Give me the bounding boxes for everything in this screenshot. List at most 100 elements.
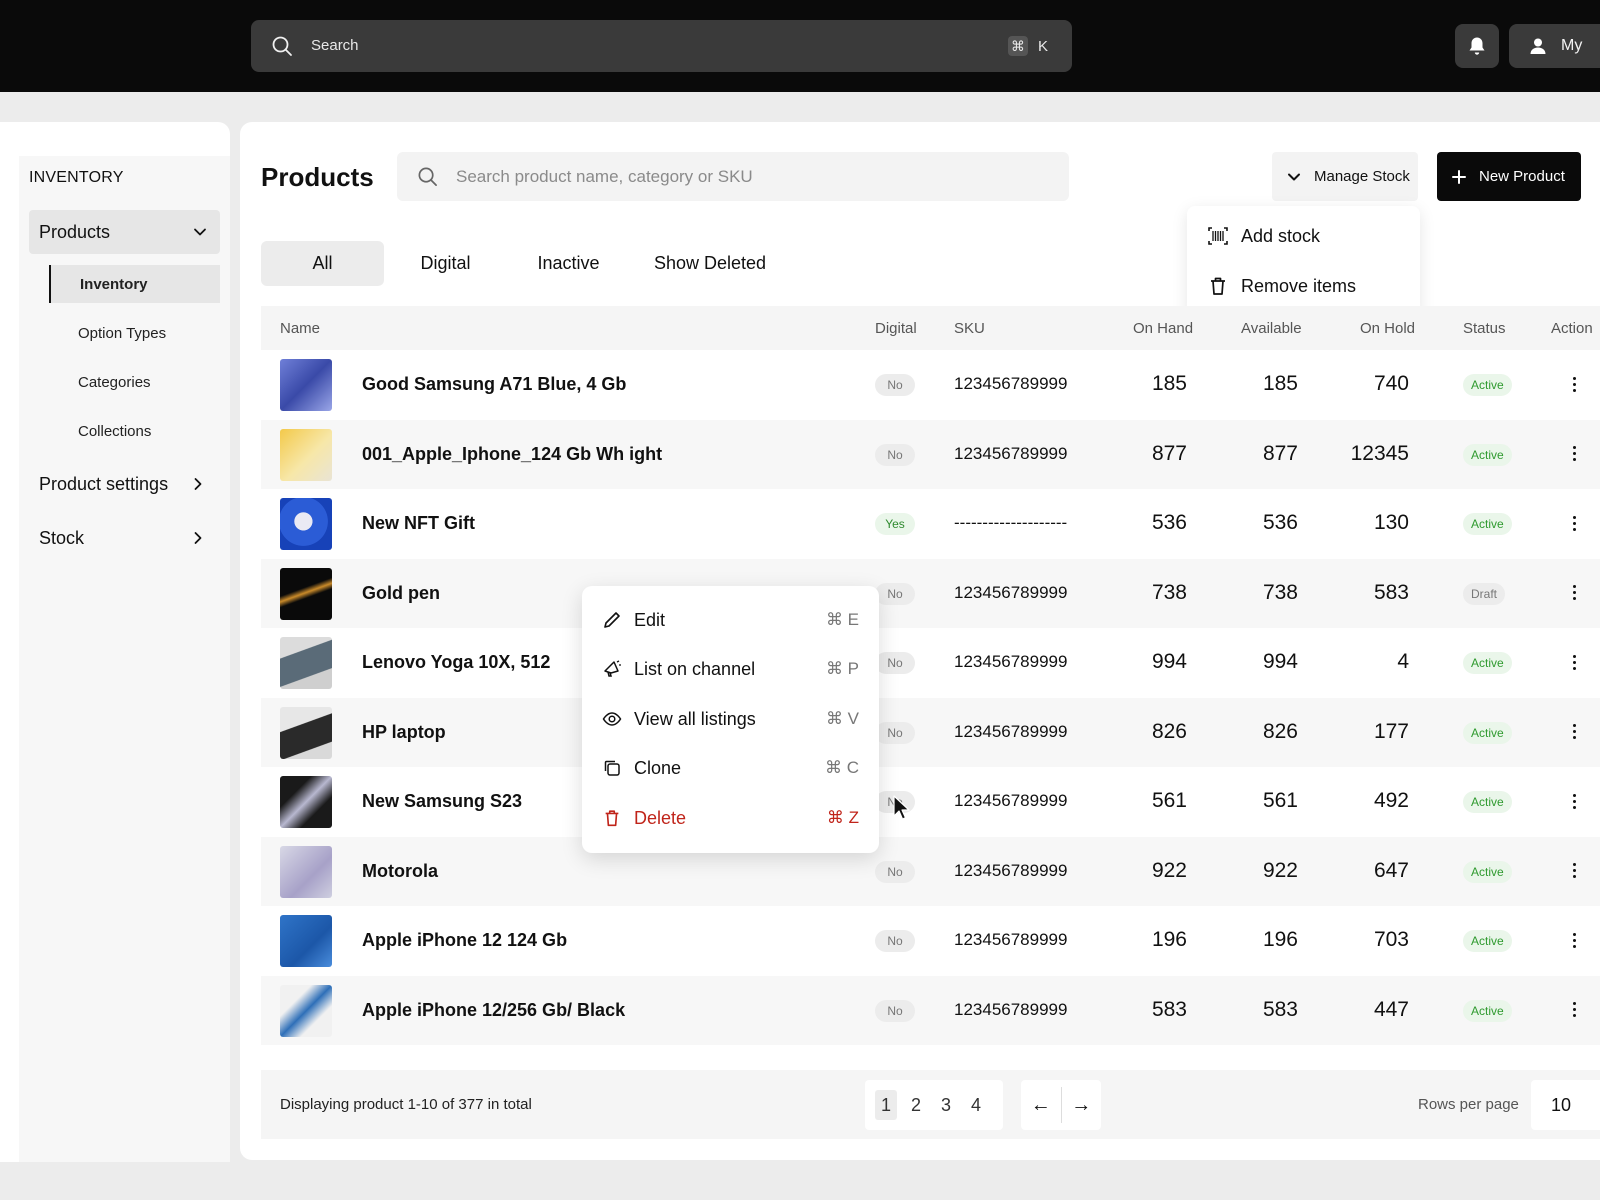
- table-row[interactable]: Good Samsung A71 Blue, 4 Gb No 12345678999…: [261, 350, 1600, 419]
- sidebar-subitem-inventory[interactable]: Inventory: [49, 265, 220, 303]
- table-row[interactable]: HP laptop No 123456789999 826 826 177 Active: [261, 697, 1600, 767]
- product-name[interactable]: Apple iPhone 12 124 Gb: [362, 930, 567, 951]
- product-name[interactable]: HP laptop: [362, 722, 446, 743]
- on-hand-value: 738: [1151, 580, 1187, 604]
- more-actions-icon[interactable]: [1564, 720, 1584, 744]
- product-name[interactable]: Gold pen: [362, 583, 440, 604]
- context-item-label: View all listings: [634, 708, 756, 729]
- context-item-delete[interactable]: Delete ⌘ Z: [602, 802, 859, 834]
- more-actions-icon[interactable]: [1564, 998, 1584, 1022]
- digital-badge: No: [875, 652, 915, 674]
- sidebar-subitem-option-types[interactable]: Option Types: [49, 314, 220, 352]
- tab-digital[interactable]: Digital: [384, 241, 507, 286]
- product-thumbnail: [280, 428, 332, 481]
- more-actions-icon[interactable]: [1564, 859, 1584, 883]
- status-badge: Active: [1463, 652, 1512, 674]
- menu-item-remove-items[interactable]: Remove items: [1207, 271, 1356, 301]
- more-actions-icon[interactable]: [1564, 789, 1584, 813]
- column-header-available[interactable]: Available: [1241, 320, 1302, 337]
- table-row[interactable]: 001_Apple_Iphone_124 Gb Wh ight No 1234567…: [261, 419, 1600, 489]
- column-header-on-hold[interactable]: On Hold: [1360, 320, 1415, 337]
- product-name[interactable]: 001_Apple_Iphone_124 Gb Wh ight: [362, 444, 662, 465]
- product-name[interactable]: New NFT Gift: [362, 513, 475, 534]
- product-sku: 123456789999: [954, 582, 1068, 602]
- more-actions-icon[interactable]: [1564, 511, 1584, 535]
- product-name[interactable]: Apple iPhone 12/256 Gb/ Black: [362, 1000, 625, 1021]
- more-actions-icon[interactable]: [1564, 372, 1584, 396]
- trash-icon: [605, 810, 619, 827]
- product-thumbnail: [280, 637, 332, 689]
- product-name[interactable]: Good Samsung A71 Blue, 4 Gb: [362, 374, 626, 395]
- on-hand-value: 583: [1151, 997, 1187, 1021]
- product-sku: 123456789999: [954, 930, 1068, 949]
- on-hold-value: 177: [1373, 719, 1409, 743]
- chevron-down-icon: [194, 228, 206, 236]
- page-button-1[interactable]: 1: [875, 1090, 897, 1120]
- status-badge: Active: [1463, 443, 1512, 466]
- column-header-digital[interactable]: Digital: [875, 320, 917, 337]
- context-item-list-on-channel[interactable]: List on channel ⌘ P: [602, 653, 859, 685]
- menu-item-add-stock[interactable]: Add stock: [1207, 221, 1320, 251]
- sidebar-item-product-settings[interactable]: Product settings: [29, 464, 220, 504]
- page-button-4[interactable]: 4: [965, 1090, 987, 1120]
- notifications-button[interactable]: [1455, 24, 1499, 68]
- chevron-right-icon: [194, 478, 202, 490]
- global-search-input[interactable]: Search ⌘ K: [251, 20, 1072, 72]
- context-item-edit[interactable]: Edit ⌘ E: [602, 604, 859, 636]
- more-actions-icon[interactable]: [1564, 928, 1584, 952]
- mouse-cursor-icon: [893, 795, 910, 820]
- sidebar-item-stock[interactable]: Stock: [29, 518, 220, 558]
- on-hand-value: 826: [1151, 719, 1187, 743]
- table-row[interactable]: Apple iPhone 12 124 Gb No 123456789999 196 1…: [261, 906, 1600, 975]
- table-row[interactable]: Motorola No 123456789999 922 922 647 Active: [261, 836, 1600, 906]
- sidebar-item-products[interactable]: Products: [29, 210, 220, 254]
- context-item-view-all-listings[interactable]: View all listings ⌘ V: [602, 703, 859, 735]
- sidebar-subitem-categories[interactable]: Categories: [49, 363, 220, 401]
- copy-icon: [604, 760, 620, 776]
- on-hold-value: 447: [1373, 997, 1409, 1021]
- table-row[interactable]: Lenovo Yoga 10X, 512 No 123456789999 994 994…: [261, 628, 1600, 697]
- on-hold-value: 492: [1373, 789, 1409, 812]
- more-actions-icon[interactable]: [1564, 650, 1584, 674]
- sidebar-heading: INVENTORY: [29, 169, 124, 186]
- next-page-button[interactable]: →: [1061, 1080, 1101, 1130]
- new-product-button[interactable]: New Product: [1437, 152, 1581, 201]
- prev-page-button[interactable]: ←: [1021, 1080, 1061, 1130]
- tab-inactive[interactable]: Inactive: [507, 241, 630, 286]
- table-row[interactable]: New NFT Gift Yes -------------------- 536 53…: [261, 489, 1600, 558]
- status-badge: Active: [1463, 930, 1512, 952]
- chevron-right-icon: [194, 532, 202, 544]
- column-header-status[interactable]: Status: [1463, 320, 1506, 337]
- on-hand-value: 185: [1151, 372, 1187, 395]
- context-item-clone[interactable]: Clone ⌘ C: [602, 752, 859, 784]
- product-sku: 123456789999: [954, 374, 1068, 393]
- available-value: 536: [1262, 511, 1298, 534]
- page-button-3[interactable]: 3: [935, 1090, 957, 1120]
- product-search-input[interactable]: Search product name, category or SKU: [397, 152, 1069, 201]
- rows-per-page-select[interactable]: 10: [1531, 1080, 1600, 1130]
- tab-show-deleted[interactable]: Show Deleted: [640, 241, 780, 286]
- product-name[interactable]: Lenovo Yoga 10X, 512: [362, 652, 550, 673]
- search-icon: [418, 167, 437, 186]
- table-row[interactable]: Gold pen No 123456789999 738 738 583 Draft: [261, 558, 1600, 628]
- user-menu-button[interactable]: My: [1509, 24, 1600, 68]
- sidebar-subitem-collections[interactable]: Collections: [49, 412, 220, 450]
- table-row[interactable]: New Samsung S23No123456789999561561492Ac…: [261, 767, 1600, 836]
- column-header-name[interactable]: Name: [280, 320, 320, 337]
- on-hold-value: 703: [1373, 928, 1409, 951]
- column-header-sku[interactable]: SKU: [954, 320, 985, 337]
- table-row[interactable]: Apple iPhone 12/256 Gb/ Black No 123456789…: [261, 975, 1600, 1045]
- column-header-on-hand[interactable]: On Hand: [1133, 320, 1193, 337]
- status-badge: Active: [1463, 374, 1512, 396]
- tab-all[interactable]: All: [261, 241, 384, 286]
- column-header-action[interactable]: Action: [1551, 320, 1593, 337]
- more-actions-icon[interactable]: [1564, 442, 1584, 466]
- more-actions-icon[interactable]: [1564, 581, 1584, 605]
- manage-stock-button[interactable]: Manage Stock: [1272, 152, 1418, 201]
- page-button-2[interactable]: 2: [905, 1090, 927, 1120]
- product-name[interactable]: Motorola: [362, 861, 438, 882]
- product-name[interactable]: New Samsung S23: [362, 791, 522, 812]
- command-key-icon: ⌘: [1007, 36, 1028, 56]
- new-product-label: New Product: [1479, 168, 1565, 185]
- product-sku: 123456789999: [954, 652, 1068, 671]
